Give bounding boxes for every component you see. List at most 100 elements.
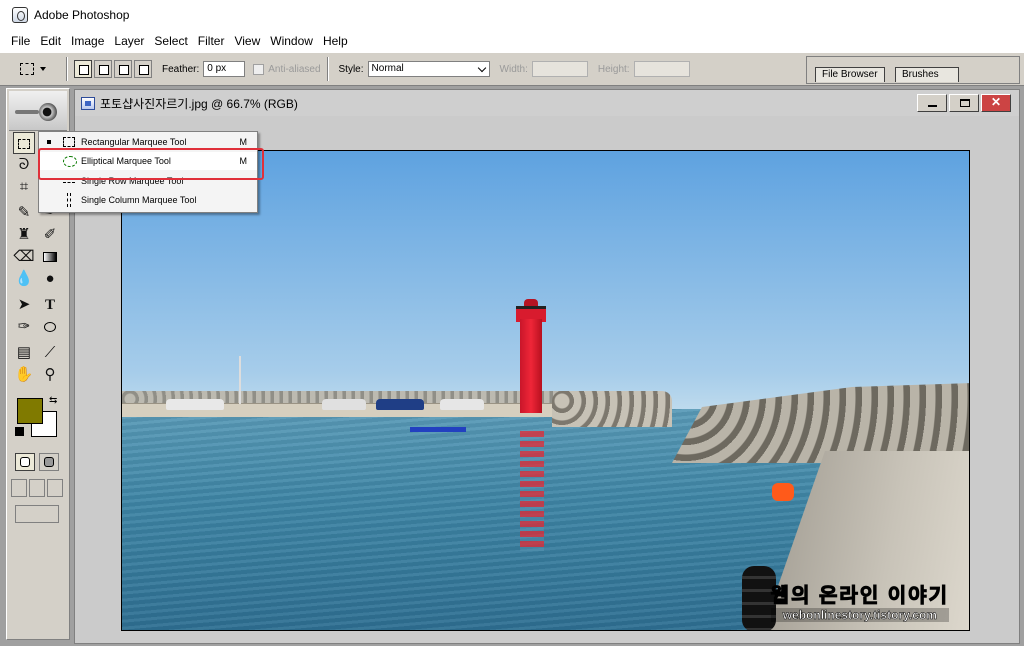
photo-car [376,399,424,410]
menu-edit[interactable]: Edit [35,34,66,48]
width-label: Width: [499,63,528,75]
menu-view[interactable]: View [229,34,265,48]
menu-layer[interactable]: Layer [109,34,149,48]
eraser-icon: ⌫ [13,248,35,265]
height-input[interactable] [633,61,690,77]
droplet-icon: 💧 [14,270,34,287]
arrow-pointer-icon: ➤ [17,296,31,313]
feather-label: Feather: [162,63,200,75]
app-title: Adobe Photoshop [34,8,130,22]
photo-car [166,399,224,410]
bandage-icon: ✎ [17,204,31,221]
style-select[interactable]: Normal [367,61,490,77]
close-button[interactable]: ✕ [981,94,1011,112]
photo-buoy [772,483,794,501]
swap-colors-icon[interactable]: ⇆ [49,395,57,406]
separator [326,57,329,81]
notes-tool[interactable]: ▤ [13,342,35,364]
menu-image[interactable]: Image [66,34,109,48]
feather-graphic [15,110,39,114]
toolbox-header[interactable] [9,91,67,131]
menu-help[interactable]: Help [318,34,353,48]
clone-stamp-tool[interactable]: ♜ [13,224,35,246]
eyedropper-tool[interactable]: ⟋ [39,342,61,364]
close-icon: ✕ [990,95,1002,109]
antialias-checkbox[interactable]: Anti-aliased [253,63,321,75]
dropdown-arrow-icon [40,67,46,71]
separator [66,57,68,81]
path-selection-tool[interactable]: ➤ [13,294,35,316]
subtract-from-selection-button[interactable] [114,60,132,78]
style-label: Style: [338,63,364,75]
tool-preset-picker[interactable] [20,58,60,80]
tab-brushes[interactable]: Brushes [895,67,959,82]
gradient-icon [43,252,57,263]
selection-mode-group [74,60,152,78]
add-to-selection-button[interactable] [94,60,112,78]
type-tool[interactable]: T [39,294,61,316]
menu-filter[interactable]: Filter [193,34,230,48]
shape-tool[interactable] [39,316,61,338]
flyout-item-single-column-marquee[interactable]: Single Column Marquee Tool [39,191,257,209]
jump-to-imageready-button[interactable] [15,505,59,523]
foreground-color-swatch[interactable] [17,398,43,424]
photo-canvas[interactable]: 웹의 온라인 이야기 webonlinestory.tistory.com [121,150,970,631]
screen-mode-full-button[interactable] [47,479,63,497]
healing-brush-tool[interactable]: ✎ [13,202,35,224]
hand-tool[interactable]: ✋ [13,364,35,386]
crop-tool[interactable]: ⌗ [13,176,35,198]
new-selection-button[interactable] [74,60,92,78]
dodge-icon: ● [45,270,55,287]
menu-select[interactable]: Select [149,34,192,48]
quick-mask-button[interactable] [39,453,59,471]
blur-tool[interactable]: 💧 [13,268,35,290]
document-titlebar[interactable]: 포토샵사진자르기.jpg @ 66.7% (RGB) ✕ [75,90,1019,116]
menu-file[interactable]: File [6,34,35,48]
watermark-title: 웹의 온라인 이야기 [770,585,949,608]
restore-button[interactable] [949,94,979,112]
selected-bullet-icon [47,140,51,144]
history-brush-icon: ✐ [43,226,57,243]
elliptical-marquee-icon [63,155,77,167]
width-input[interactable] [531,61,588,77]
flyout-item-shortcut: M [239,137,248,147]
photo-lamp-pole [239,356,241,404]
tab-file-browser[interactable]: File Browser [815,67,885,82]
pen-tool[interactable]: ✑ [13,316,35,338]
flyout-item-rectangular-marquee[interactable]: Rectangular Marquee Tool M [39,133,257,151]
flyout-item-shortcut: M [239,156,248,166]
photo-car [322,399,366,410]
notes-icon: ▤ [16,344,32,361]
photo-tetrapods-mid [552,391,672,427]
photoshop-logo-icon [12,7,28,23]
flyout-item-label: Rectangular Marquee Tool [81,137,187,147]
style-value: Normal [371,63,404,74]
gradient-tool[interactable] [39,246,61,268]
flyout-item-elliptical-marquee[interactable]: Elliptical Marquee Tool M [39,152,257,170]
dodge-tool[interactable]: ● [39,268,61,290]
options-bar: Feather: 0 px Anti-aliased Style: Normal… [0,52,1024,86]
feather-input[interactable]: 0 px [203,61,246,77]
standard-mode-button[interactable] [15,453,35,471]
flyout-item-single-row-marquee[interactable]: Single Row Marquee Tool [39,172,257,190]
default-colors-icon[interactable] [15,427,24,436]
minimize-button[interactable] [917,94,947,112]
document-title: 포토샵사진자르기.jpg @ 66.7% (RGB) [100,96,298,111]
screen-mode-standard-button[interactable] [11,479,27,497]
screen-mode-full-menu-button[interactable] [29,479,45,497]
quick-mask-icon [44,457,54,467]
zoom-tool[interactable]: ⚲ [39,364,61,386]
palette-well: File Browser Brushes [806,56,1020,84]
marquee-tool[interactable] [13,132,35,154]
menu-window[interactable]: Window [265,34,318,48]
marquee-tool-flyout: Rectangular Marquee Tool M Elliptical Ma… [38,131,258,213]
single-row-marquee-icon [63,179,75,183]
hand-icon: ✋ [14,366,34,383]
lasso-tool[interactable]: ᘐ [13,154,35,176]
eraser-tool[interactable]: ⌫ [13,246,35,268]
history-brush-tool[interactable]: ✐ [39,224,61,246]
intersect-selection-button[interactable] [134,60,152,78]
photo-cars [162,399,502,411]
restore-icon [960,99,970,107]
minimize-icon [928,105,937,107]
